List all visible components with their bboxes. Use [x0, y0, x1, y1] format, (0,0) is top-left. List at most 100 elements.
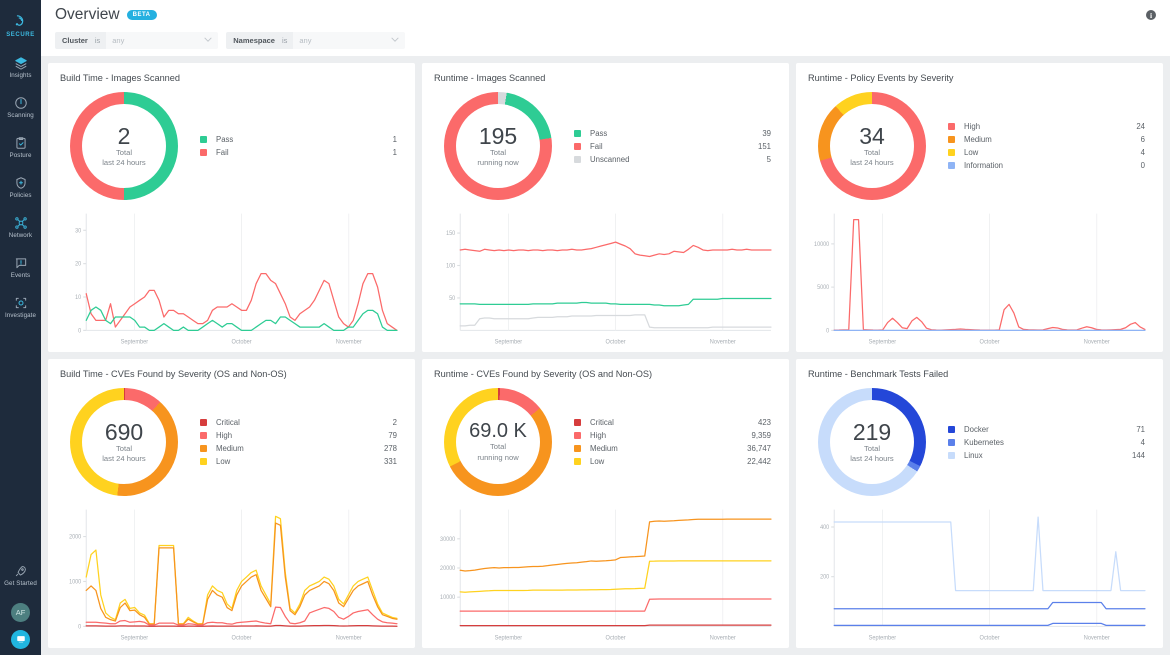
svg-text:0: 0 — [78, 328, 81, 334]
filter-value-text: any — [299, 36, 311, 45]
app-root: SECURE Insights Scanning — [0, 0, 1170, 655]
filter-namespace[interactable]: Namespace is any — [226, 32, 405, 49]
clipboard-check-icon — [14, 136, 28, 150]
svg-text:0: 0 — [826, 328, 829, 334]
legend-label: Fail — [216, 148, 363, 157]
card-line-chart[interactable]: 0102030SeptemberOctoberNovember — [60, 207, 403, 348]
card-legend: Docker 71 Kubernetes 4 Linux 144 — [948, 423, 1145, 462]
sysdig-logo-icon — [12, 13, 30, 30]
card-summary: 219 Total last 24 hours Docker 71 Kubern… — [808, 383, 1151, 501]
card-line-chart[interactable]: 010002000SeptemberOctoberNovember — [60, 503, 403, 644]
legend-row: High 24 — [948, 120, 1145, 133]
svg-text:September: September — [495, 635, 523, 641]
legend-row: Fail 1 — [200, 146, 397, 159]
beta-badge: BETA — [127, 10, 157, 20]
legend-value: 1 — [363, 135, 397, 144]
sidebar-item-label: Scanning — [7, 112, 34, 119]
svg-text:1000: 1000 — [69, 579, 81, 585]
sidebar-logo[interactable]: SECURE — [0, 0, 41, 47]
svg-text:October: October — [980, 635, 1000, 641]
legend-value: 9,359 — [737, 431, 771, 440]
legend-swatch-icon — [574, 458, 581, 465]
legend-label: High — [590, 431, 737, 440]
legend-label: Medium — [590, 444, 737, 453]
legend-label: Low — [964, 148, 1111, 157]
filter-value-dropdown[interactable]: any — [106, 32, 218, 49]
donut-center: 219 Total last 24 hours — [818, 388, 926, 496]
sidebar-item-network[interactable]: Network — [0, 207, 41, 247]
legend-value: 151 — [737, 142, 771, 151]
legend-label: Pass — [590, 129, 737, 138]
donut-chart[interactable]: 195 Total running now — [444, 92, 552, 200]
card-line-chart[interactable]: 0500010000SeptemberOctoberNovember — [808, 207, 1151, 348]
sidebar-item-posture[interactable]: Posture — [0, 127, 41, 167]
card-line-chart[interactable]: 50100150SeptemberOctoberNovember — [434, 207, 777, 348]
legend-swatch-icon — [200, 445, 207, 452]
legend-row: High 79 — [200, 429, 397, 442]
legend-row: Fail 151 — [574, 140, 771, 153]
legend-row: Pass 1 — [200, 133, 397, 146]
info-icon[interactable]: i — [1146, 10, 1156, 20]
legend-value: 144 — [1111, 451, 1145, 460]
legend-label: Medium — [216, 444, 363, 453]
svg-text:September: September — [869, 635, 897, 641]
topbar: Overview BETA i Cluster is any Namespac — [41, 0, 1170, 56]
sidebar: SECURE Insights Scanning — [0, 0, 41, 655]
chat-support-button[interactable] — [11, 630, 30, 649]
filter-value-dropdown[interactable]: any — [293, 32, 405, 49]
card-line-chart[interactable]: 100002000030000SeptemberOctoberNovember — [434, 503, 777, 644]
legend-label: Kubernetes — [964, 438, 1111, 447]
sidebar-logo-label: SECURE — [6, 32, 35, 38]
legend-swatch-icon — [948, 123, 955, 130]
card-title: Build Time - CVEs Found by Severity (OS … — [60, 369, 403, 379]
legend-row: Low 22,442 — [574, 455, 771, 468]
dashboard-card: Runtime - Images Scanned 195 Total runni… — [422, 63, 789, 352]
legend-value: 5 — [737, 155, 771, 164]
card-legend: Pass 1 Fail 1 — [200, 133, 397, 159]
sidebar-item-get-started[interactable]: Get Started — [0, 555, 41, 595]
legend-swatch-icon — [948, 149, 955, 156]
filter-cluster[interactable]: Cluster is any — [55, 32, 218, 49]
card-summary: 690 Total last 24 hours Critical 2 High … — [60, 383, 403, 501]
card-legend: Critical 423 High 9,359 Medium 36,747 Lo… — [574, 416, 771, 468]
sidebar-item-insights[interactable]: Insights — [0, 47, 41, 87]
donut-total-label: Total — [490, 442, 506, 452]
donut-total-label: Total — [490, 148, 506, 158]
donut-center: 34 Total last 24 hours — [818, 92, 926, 200]
donut-total-value: 195 — [479, 124, 517, 148]
svg-text:5000: 5000 — [817, 285, 829, 291]
sidebar-item-investigate[interactable]: Investigate — [0, 287, 41, 327]
legend-value: 24 — [1111, 122, 1145, 131]
legend-value: 4 — [1111, 438, 1145, 447]
card-title: Runtime - CVEs Found by Severity (OS and… — [434, 369, 777, 379]
sidebar-item-label: Insights — [9, 72, 31, 79]
layers-icon — [14, 56, 28, 70]
donut-period-label: running now — [477, 453, 518, 463]
donut-chart[interactable]: 219 Total last 24 hours — [818, 388, 926, 496]
legend-row: Docker 71 — [948, 423, 1145, 436]
sidebar-item-scanning[interactable]: Scanning — [0, 87, 41, 127]
legend-label: Information — [964, 161, 1111, 170]
donut-chart[interactable]: 2 Total last 24 hours — [70, 92, 178, 200]
donut-total-value: 34 — [859, 124, 885, 148]
donut-chart[interactable]: 690 Total last 24 hours — [70, 388, 178, 496]
card-line-chart[interactable]: 200400SeptemberOctoberNovember — [808, 503, 1151, 644]
svg-text:September: September — [121, 339, 149, 345]
filter-key: Cluster — [55, 32, 93, 49]
filter-key: Namespace — [226, 32, 280, 49]
svg-text:November: November — [336, 635, 362, 641]
legend-swatch-icon — [948, 136, 955, 143]
sidebar-item-events[interactable]: Events — [0, 247, 41, 287]
donut-chart[interactable]: 69.0 K Total running now — [444, 388, 552, 496]
legend-value: 4 — [1111, 148, 1145, 157]
legend-swatch-icon — [948, 162, 955, 169]
legend-swatch-icon — [574, 156, 581, 163]
legend-label: High — [964, 122, 1111, 131]
donut-period-label: last 24 hours — [850, 454, 893, 464]
donut-chart[interactable]: 34 Total last 24 hours — [818, 92, 926, 200]
svg-text:10: 10 — [75, 295, 81, 301]
avatar[interactable]: AF — [11, 603, 30, 622]
svg-text:10000: 10000 — [814, 242, 829, 248]
legend-row: Linux 144 — [948, 449, 1145, 462]
sidebar-item-policies[interactable]: Policies — [0, 167, 41, 207]
